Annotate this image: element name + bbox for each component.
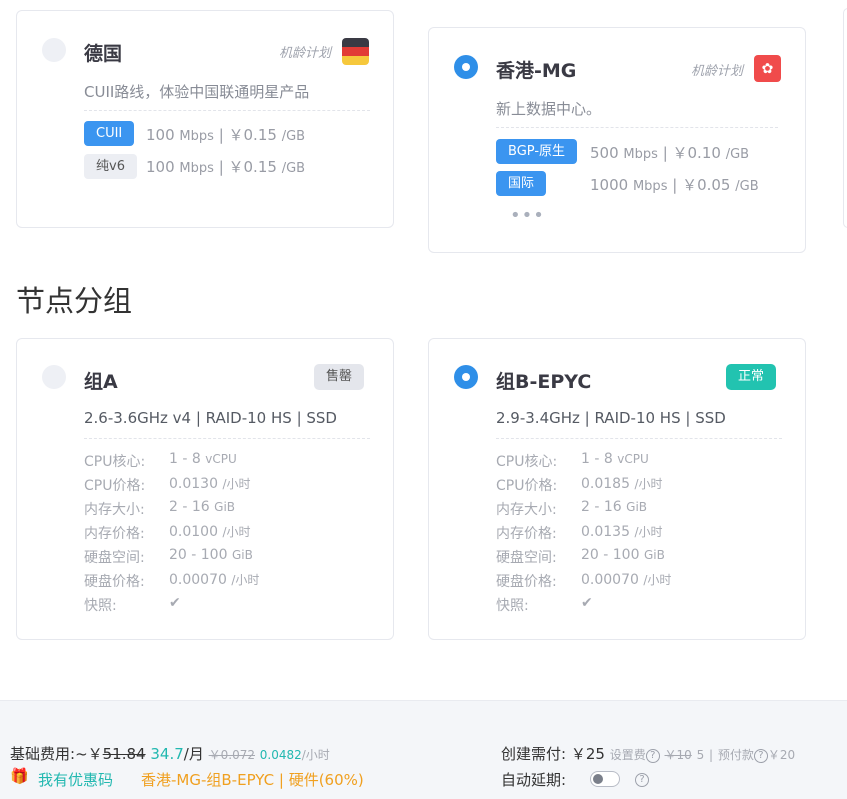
- line-info: 500 Mbps | ￥0.10 /GB: [590, 144, 750, 162]
- snapshot-row: 快照: ✔: [84, 595, 181, 614]
- hongkong-flag-icon: ✿: [754, 55, 781, 82]
- line-tag-international: 国际: [496, 171, 547, 196]
- region-card-partial[interactable]: [843, 8, 847, 228]
- spec-row: 内存价格: 0.0135 /小时: [496, 524, 663, 542]
- divider: [496, 438, 782, 439]
- region-name: 德国: [84, 43, 123, 65]
- create-fee: 创建需付: ￥25 设置费? ￥10 5 | 预付款? ￥20: [501, 745, 796, 763]
- status-badge: 正常: [726, 364, 777, 390]
- auto-renew-help[interactable]: ?: [635, 769, 649, 787]
- line-tag-bgp: BGP-原生: [496, 139, 578, 164]
- group-name: 组A: [84, 371, 118, 393]
- spec-row: 硬盘空间: 20 - 100 GiB: [496, 547, 665, 566]
- help-icon[interactable]: ?: [635, 773, 649, 787]
- section-title: 节点分组: [16, 284, 133, 318]
- gift-icon: 🎁: [10, 767, 29, 785]
- germany-flag-icon: [342, 38, 369, 65]
- group-spec: 2.9-3.4GHz | RAID-10 HS | SSD: [496, 409, 726, 427]
- line-info: 100 Mbps | ￥0.15 /GB: [146, 126, 306, 144]
- snapshot-row: 快照: ✔: [496, 595, 593, 614]
- spec-row: 内存大小: 2 - 16 GiB: [84, 499, 236, 518]
- check-icon: ✔: [581, 595, 593, 611]
- region-plan-label: 机龄计划: [691, 64, 744, 79]
- region-card-hongkong[interactable]: 香港-MG 机龄计划 ✿ 新上数据中心。 BGP-原生 500 Mbps | ￥…: [428, 27, 806, 253]
- help-icon[interactable]: ?: [645, 749, 660, 763]
- line-tag-ipv6: 纯v6: [84, 154, 137, 179]
- auto-renew-label: 自动延期:: [501, 771, 567, 789]
- region-description: 新上数据中心。: [496, 100, 602, 118]
- line-info: 1000 Mbps | ￥0.05 /GB: [590, 176, 759, 194]
- coupon-link[interactable]: 我有优惠码: [38, 769, 113, 790]
- selection-summary: 香港-MG-组B-EPYC | 硬件(60%): [141, 771, 364, 789]
- spec-row: 内存价格: 0.0100 /小时: [84, 524, 251, 542]
- spec-row: 硬盘空间: 20 - 100 GiB: [84, 547, 253, 566]
- base-fee: 基础费用:~￥51.84 34.7/月 ￥0.072 0.0482/小时: [10, 745, 330, 763]
- spec-row: 硬盘价格: 0.00070 /小时: [84, 572, 260, 590]
- divider: [84, 110, 370, 111]
- spec-row: CPU价格: 0.0130 /小时: [84, 476, 251, 494]
- region-radio-hongkong[interactable]: [454, 55, 478, 79]
- spec-row: CPU价格: 0.0185 /小时: [496, 476, 663, 494]
- status-badge: 售罄: [314, 364, 365, 390]
- group-spec: 2.6-3.6GHz v4 | RAID-10 HS | SSD: [84, 409, 337, 427]
- region-name: 香港-MG: [496, 60, 577, 82]
- group-card-a[interactable]: 组A 售罄 2.6-3.6GHz v4 | RAID-10 HS | SSD C…: [16, 338, 394, 640]
- region-radio-germany[interactable]: [42, 38, 66, 62]
- group-radio-b[interactable]: [454, 365, 478, 389]
- divider: [84, 438, 370, 439]
- region-description: CUII路线，体验中国联通明星产品: [84, 83, 310, 101]
- more-icon[interactable]: •••: [510, 205, 545, 226]
- region-card-germany[interactable]: 德国 机龄计划 CUII路线，体验中国联通明星产品 CUII 100 Mbps …: [16, 10, 394, 228]
- region-plan-label: 机龄计划: [279, 46, 332, 61]
- spec-row: CPU核心: 1 - 8 vCPU: [496, 451, 649, 470]
- check-icon: ✔: [169, 595, 181, 611]
- spec-row: 硬盘价格: 0.00070 /小时: [496, 572, 672, 590]
- spec-row: CPU核心: 1 - 8 vCPU: [84, 451, 237, 470]
- group-card-b-epyc[interactable]: 组B-EPYC 正常 2.9-3.4GHz | RAID-10 HS | SSD…: [428, 338, 806, 640]
- group-name: 组B-EPYC: [496, 371, 592, 393]
- divider: [496, 127, 778, 128]
- order-summary-bar: 基础费用:~￥51.84 34.7/月 ￥0.072 0.0482/小时 🎁 我…: [0, 700, 847, 799]
- help-icon[interactable]: ?: [753, 749, 768, 763]
- auto-renew-toggle[interactable]: [590, 771, 620, 787]
- line-tag-cuii: CUII: [84, 121, 135, 146]
- line-info: 100 Mbps | ￥0.15 /GB: [146, 158, 306, 176]
- spec-row: 内存大小: 2 - 16 GiB: [496, 499, 648, 518]
- group-radio-a[interactable]: [42, 365, 66, 389]
